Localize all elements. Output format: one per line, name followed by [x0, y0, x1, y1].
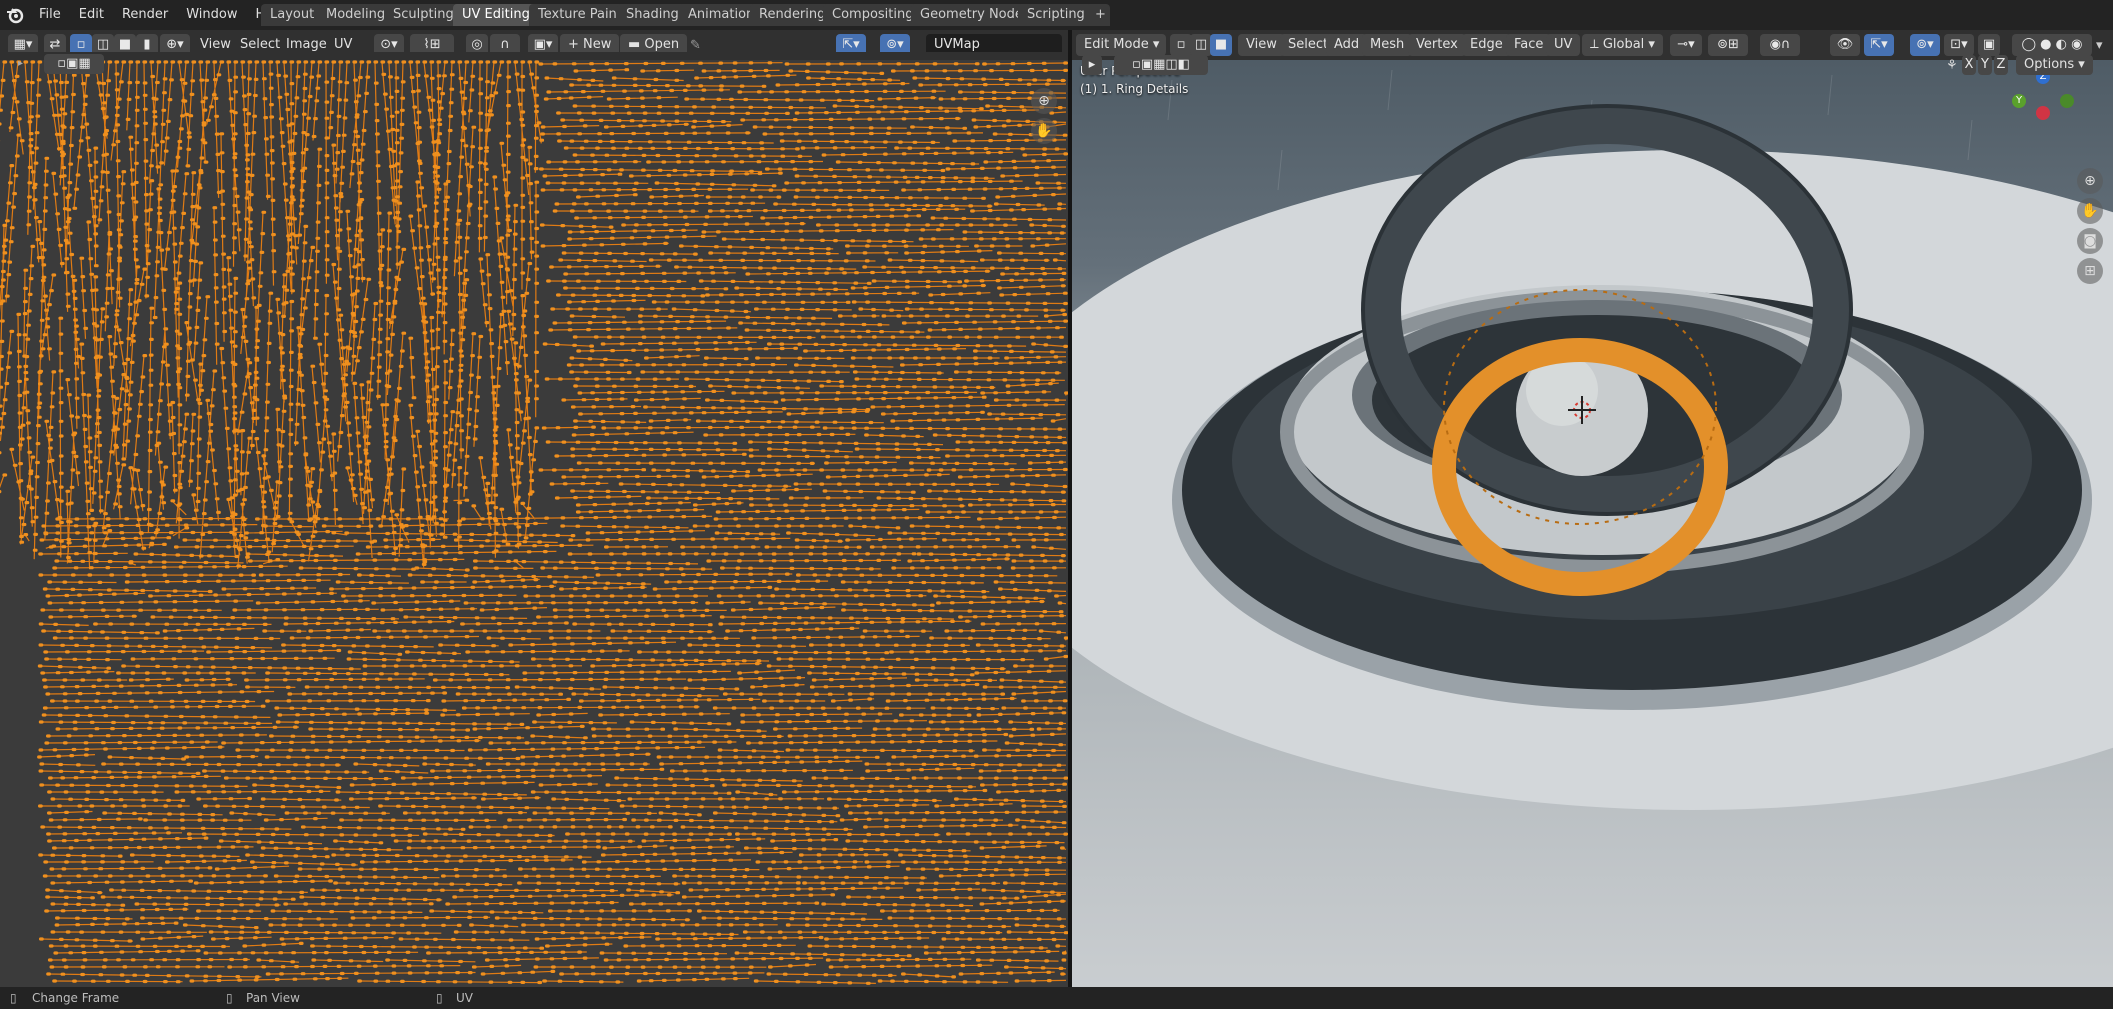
tab-scripting[interactable]: Scripting: [1018, 4, 1094, 26]
tab-shading[interactable]: Shading: [617, 4, 688, 26]
3d-viewport[interactable]: User Perspective (1) 1. Ring Details Z Y…: [1072, 60, 2113, 987]
orientation-label: Global: [1602, 37, 1645, 52]
status-change-frame: Change Frame: [32, 991, 120, 1005]
pin-icon[interactable]: ✎: [690, 38, 701, 53]
options-label: Options: [2024, 57, 2075, 72]
mode-label: Edit Mode: [1084, 37, 1149, 52]
menu-window[interactable]: Window: [177, 0, 246, 30]
gizmo-y-axis[interactable]: Y: [2012, 94, 2026, 108]
pan-hand-icon[interactable]: ✋: [2077, 198, 2103, 224]
mirror-icon[interactable]: ⚘: [1946, 58, 1958, 73]
zoom-icon[interactable]: ⊕: [1031, 88, 1057, 114]
select-mode-icons[interactable]: ▫▣▦◫◧: [1114, 55, 1208, 75]
tab-uv-editing[interactable]: UV Editing: [453, 4, 539, 26]
main-menu: FileEditRenderWindowHelp: [30, 0, 294, 30]
axis-x-toggle[interactable]: X: [1962, 55, 1976, 75]
top-bar: FileEditRenderWindowHelp Layout Modeling…: [0, 0, 2113, 30]
uv-islands: [0, 60, 1068, 985]
uv-editor-canvas[interactable]: ⊕ ✋: [0, 60, 1068, 987]
scene-render: [1072, 69, 2113, 810]
new-image-label: New: [583, 37, 612, 52]
open-image-label: Open: [644, 37, 680, 52]
ortho-grid-icon[interactable]: ⊞: [2077, 258, 2103, 284]
axis-y-toggle[interactable]: Y: [1978, 55, 1992, 75]
uv-mesh: [0, 60, 1068, 985]
shading-dropdown-icon[interactable]: ▾: [2096, 38, 2103, 53]
uv-vertices: [0, 60, 1068, 985]
gizmo-y-negative[interactable]: [2060, 94, 2074, 108]
add-workspace-button[interactable]: +: [1086, 4, 1110, 26]
camera-icon[interactable]: ◙: [2077, 228, 2103, 254]
uv-tool-header: [0, 52, 1068, 60]
axis-z-toggle[interactable]: Z: [1994, 55, 2008, 75]
status-pan-view: Pan View: [246, 991, 300, 1005]
menu-edit[interactable]: Edit: [70, 0, 113, 30]
options-dropdown[interactable]: Options ▾: [2016, 55, 2093, 75]
tab-layout[interactable]: Layout: [261, 4, 324, 26]
pan-hand-icon[interactable]: ✋: [1031, 118, 1057, 144]
active-object-label: (1) 1. Ring Details: [1080, 82, 1189, 96]
blender-logo-icon[interactable]: [6, 6, 24, 24]
toolbar-toggle-icon[interactable]: ▸: [1082, 55, 1102, 75]
tab-modeling[interactable]: Modeling: [317, 4, 395, 26]
toolbar-toggle-icon[interactable]: ▸: [18, 58, 23, 69]
status-bar: ▯ Change Frame ▯ Pan View ▯ UV: [0, 987, 2113, 1009]
mouse-right-icon: ▯: [436, 991, 443, 1005]
menu-file[interactable]: File: [30, 0, 70, 30]
menu-render[interactable]: Render: [113, 0, 177, 30]
tab-rendering[interactable]: Rendering: [750, 4, 835, 26]
gizmo-x-negative[interactable]: [2036, 106, 2050, 120]
tab-texture-paint[interactable]: Texture Paint: [529, 4, 631, 26]
zoom-icon[interactable]: ⊕: [2077, 168, 2103, 194]
mouse-middle-icon: ▯: [226, 991, 233, 1005]
navigation-gizmo[interactable]: Z Y: [2012, 66, 2112, 136]
uv-select-mode-icon[interactable]: ▫▣▦: [44, 54, 104, 74]
mouse-left-icon: ▯: [10, 991, 17, 1005]
status-uv: UV: [456, 991, 473, 1005]
tab-sculpting[interactable]: Sculpting: [384, 4, 463, 26]
tab-compositing[interactable]: Compositing: [823, 4, 923, 26]
